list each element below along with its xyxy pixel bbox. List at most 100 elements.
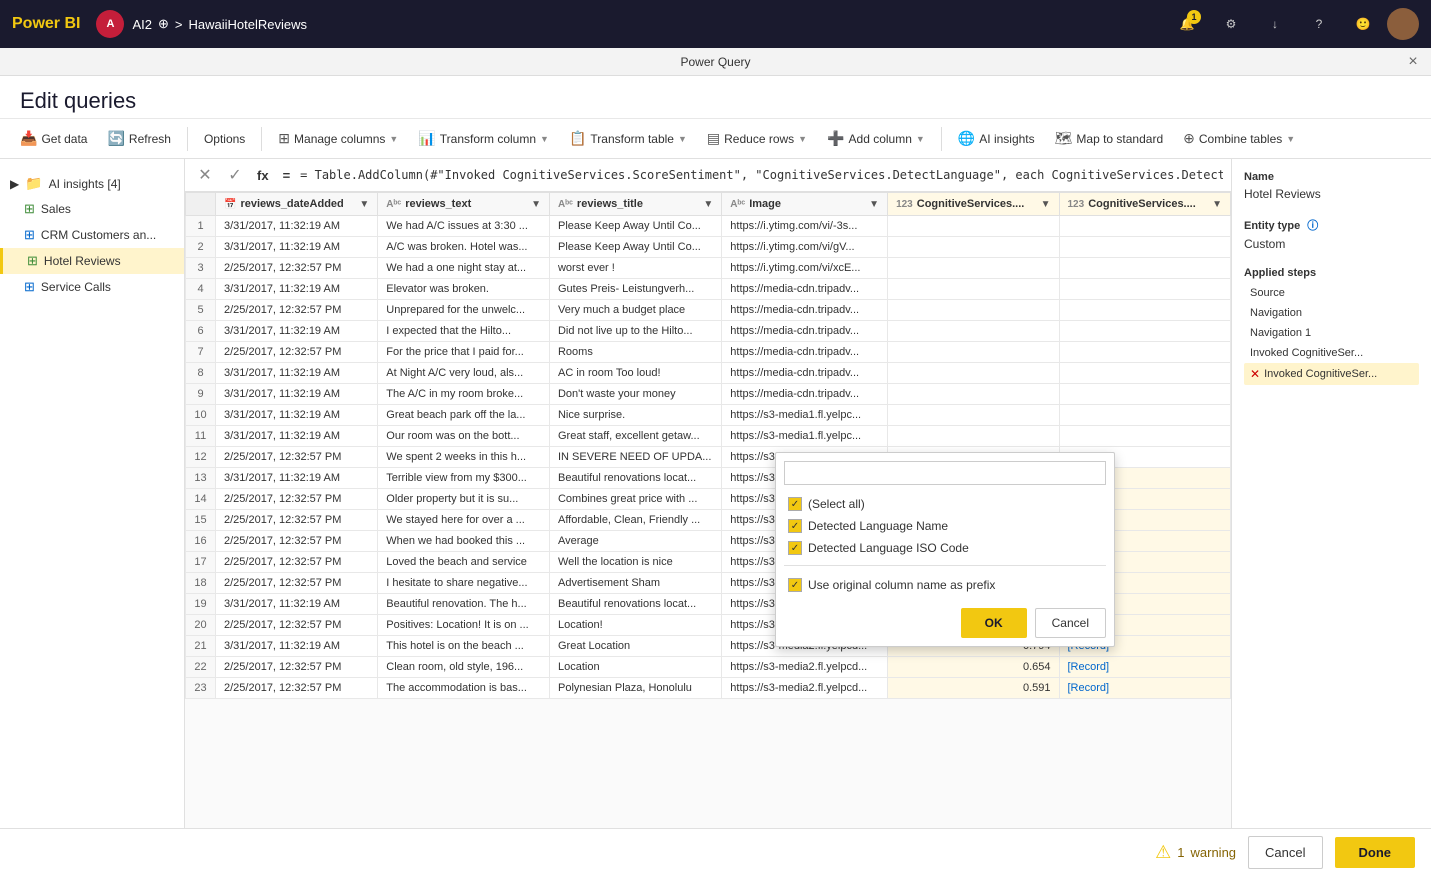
table-cell[interactable]: [1059, 342, 1231, 363]
dropdown-search-input[interactable]: [784, 461, 1106, 485]
sidebar-group-header-ai[interactable]: ▶ 📁 AI insights [4]: [0, 171, 184, 196]
table-cell: We had A/C issues at 3:30 ...: [378, 216, 550, 237]
table-cell[interactable]: [Record]: [1059, 657, 1231, 678]
dropdown-item-lang-name[interactable]: ✓ Detected Language Name: [784, 515, 1106, 537]
col-header-text[interactable]: Aᵇᶜ reviews_text ▼: [378, 193, 550, 216]
table-cell[interactable]: [1059, 279, 1231, 300]
help-button[interactable]: ?: [1299, 4, 1339, 44]
table-cell: 3/31/2017, 11:32:19 AM: [216, 384, 378, 405]
col-header-date[interactable]: 📅 reviews_dateAdded ▼: [216, 193, 378, 216]
ok-button[interactable]: OK: [961, 608, 1027, 638]
table-row-num: 18: [186, 573, 216, 594]
step-delete-icon[interactable]: ✕: [1250, 367, 1260, 381]
dropdown-item-select-all[interactable]: ✓ (Select all): [784, 493, 1106, 515]
manage-columns-button[interactable]: ⊞ Manage columns ▼: [270, 125, 406, 152]
applied-steps-list: Source Navigation Navigation 1 Invoked C…: [1244, 283, 1419, 385]
table-cell[interactable]: [1059, 216, 1231, 237]
col-filter-icon-3[interactable]: ▼: [703, 199, 713, 210]
col-filter-icon[interactable]: ▼: [359, 199, 369, 210]
step-invoked-cog-2[interactable]: ✕ Invoked CognitiveSer...: [1244, 363, 1419, 385]
close-button[interactable]: ×: [1403, 52, 1423, 72]
gear-icon: ⚙: [1226, 17, 1237, 31]
transform-table-button[interactable]: 📋 Transform table ▼: [561, 125, 695, 152]
step-source[interactable]: Source: [1244, 283, 1419, 303]
table-cell[interactable]: [1059, 321, 1231, 342]
user-profile-avatar[interactable]: [1387, 8, 1419, 40]
ai-insights-button[interactable]: 🌐 AI insights: [950, 125, 1043, 152]
notification-badge: 1: [1187, 10, 1201, 24]
dropdown-item-lang-iso[interactable]: ✓ Detected Language ISO Code: [784, 537, 1106, 559]
sidebar-item-hotel-reviews[interactable]: ⊞ Hotel Reviews: [0, 248, 184, 274]
sidebar-item-service-calls[interactable]: ⊞ Service Calls: [0, 274, 184, 300]
edit-queries-header: Edit queries: [0, 76, 1431, 119]
table-cell[interactable]: [1059, 237, 1231, 258]
cancel-button[interactable]: Cancel: [1035, 608, 1106, 638]
footer-cancel-button[interactable]: Cancel: [1248, 836, 1322, 869]
col-header-title[interactable]: Aᵇᶜ reviews_title ▼: [549, 193, 721, 216]
table-cell[interactable]: [1059, 384, 1231, 405]
formula-input[interactable]: [300, 168, 1223, 182]
table-cell: Don't waste your money: [549, 384, 721, 405]
data-table-container[interactable]: 📅 reviews_dateAdded ▼ Aᵇᶜ reviews_text ▼: [185, 192, 1231, 828]
table-cell: [888, 384, 1059, 405]
col-header-image[interactable]: Aᵇᶜ Image ▼: [722, 193, 888, 216]
sidebar-item-sales[interactable]: ⊞ Sales: [0, 196, 184, 222]
step-navigation[interactable]: Navigation: [1244, 303, 1419, 323]
col-filter-icon-4[interactable]: ▼: [869, 199, 879, 210]
table-cell: https://i.ytimg.com/vi/gV...: [722, 237, 888, 258]
formula-accept-button[interactable]: ✓: [223, 163, 247, 187]
formula-reject-button[interactable]: ✕: [193, 163, 217, 187]
table-cell: worst ever !: [549, 258, 721, 279]
table-cell[interactable]: [1059, 363, 1231, 384]
table-cell[interactable]: [1059, 405, 1231, 426]
checkbox-select-all[interactable]: ✓: [788, 497, 802, 511]
col-filter-icon-2[interactable]: ▼: [531, 199, 541, 210]
checkbox-lang-name[interactable]: ✓: [788, 519, 802, 533]
sidebar-item-crm[interactable]: ⊞ CRM Customers an...: [0, 222, 184, 248]
table-cell[interactable]: [Record]: [1059, 678, 1231, 699]
step-navigation-1[interactable]: Navigation 1: [1244, 323, 1419, 343]
download-button[interactable]: ↓: [1255, 4, 1295, 44]
table-row-num: 6: [186, 321, 216, 342]
get-data-button[interactable]: 📥 Get data: [12, 125, 95, 152]
table-cell: 3/31/2017, 11:32:19 AM: [216, 594, 378, 615]
name-section: Name Hotel Reviews: [1244, 171, 1419, 201]
col-header-title-label: reviews_title: [577, 198, 643, 210]
checkbox-prefix[interactable]: ✓: [788, 578, 802, 592]
table-cell[interactable]: [1059, 258, 1231, 279]
reduce-rows-button[interactable]: ▤ Reduce rows ▼: [699, 125, 815, 152]
table-cell[interactable]: [1059, 300, 1231, 321]
prefix-label: Use original column name as prefix: [808, 578, 995, 592]
table-cell: https://s3-media1.fl.yelpc...: [722, 426, 888, 447]
refresh-button[interactable]: 🔄 Refresh: [99, 125, 178, 152]
table-row-num: 12: [186, 447, 216, 468]
prefix-row[interactable]: ✓ Use original column name as prefix: [784, 572, 1106, 598]
combine-tables-button[interactable]: ⊕ Combine tables ▼: [1175, 125, 1303, 152]
options-button[interactable]: Options: [196, 127, 253, 151]
col-header-cog2[interactable]: 123 CognitiveServices.... ▼: [1059, 193, 1231, 216]
done-button[interactable]: Done: [1335, 837, 1416, 868]
col-filter-icon-6[interactable]: ▼: [1212, 199, 1222, 210]
table-cell[interactable]: [1059, 426, 1231, 447]
settings-button[interactable]: ⚙: [1211, 4, 1251, 44]
table-cell: Please Keep Away Until Co...: [549, 237, 721, 258]
entity-type-label: Entity type ⓘ: [1244, 217, 1419, 233]
user-avatar[interactable]: A: [96, 10, 124, 38]
checkbox-lang-iso[interactable]: ✓: [788, 541, 802, 555]
breadcrumb-item[interactable]: HawaiiHotelReviews: [188, 17, 307, 32]
map-to-standard-button[interactable]: 🗺 Map to standard: [1047, 125, 1172, 152]
transform-column-button[interactable]: 📊 Transform column ▼: [410, 125, 557, 152]
table-cell: [888, 405, 1059, 426]
col-filter-icon-5[interactable]: ▼: [1041, 199, 1051, 210]
crm-icon-2: ⊞: [24, 279, 35, 295]
chevron-down-icon-6: ▼: [1286, 134, 1295, 144]
notification-button[interactable]: 🔔 1: [1167, 4, 1207, 44]
power-query-title-bar: Power Query ×: [0, 48, 1431, 76]
step-invoked-cog-1[interactable]: Invoked CognitiveSer...: [1244, 343, 1419, 363]
table-cell: Rooms: [549, 342, 721, 363]
smiley-button[interactable]: 🙂: [1343, 4, 1383, 44]
add-column-button[interactable]: ➕ Add column ▼: [819, 125, 933, 152]
separator-2: [261, 127, 262, 151]
col-type-icon-5: 123: [896, 199, 913, 210]
col-header-cog1[interactable]: 123 CognitiveServices.... ▼: [888, 193, 1059, 216]
